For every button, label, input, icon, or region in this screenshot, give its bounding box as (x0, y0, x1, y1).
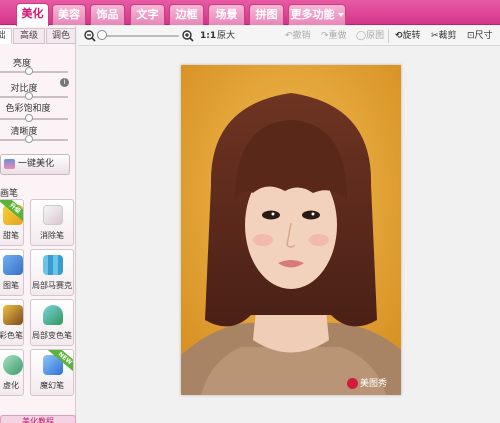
brightness-slider-handle[interactable] (25, 67, 33, 75)
panel-subtabs: 础 高级 调色 (0, 28, 76, 44)
tool-label: 彩色笔 (0, 331, 23, 340)
tab-beauty[interactable]: 美容 (52, 4, 86, 25)
saturation-label: 色彩饱和度 (5, 104, 51, 114)
circle-icon: ◯ (356, 31, 367, 41)
beautify-panel: 础 高级 调色 i 亮度 对比度 色彩饱和度 清晰度 一键美化 画笔 升级 甜笔… (0, 26, 76, 423)
tool-label: 虚化 (3, 381, 19, 390)
eraser-icon (43, 205, 63, 225)
tool-label: 局部变色笔 (32, 331, 72, 340)
tab-collage[interactable]: 拼图 (249, 4, 284, 25)
clarity-slider-handle[interactable] (25, 135, 33, 143)
meitu-logo-icon (347, 378, 358, 389)
scissors-icon: ✂ (431, 31, 439, 41)
tool-sweet-brush[interactable]: 升级 甜笔 (0, 199, 24, 246)
undo-icon: ↶ (285, 31, 293, 41)
portrait-image (181, 65, 401, 395)
tool-magic-brush[interactable]: NEW 魔幻笔 (30, 349, 74, 396)
tool-label: 消除笔 (40, 231, 64, 240)
image-toolbar: 1:1 原大 ↶撤销 ↷重做 ◯原图 ⟲旋转 ✂裁剪 ⊡尺寸 (78, 26, 500, 46)
subtab-color[interactable]: 调色 (46, 28, 76, 44)
chevron-down-icon (337, 13, 344, 17)
zoom-slider-handle[interactable] (97, 30, 107, 40)
clarity-slider[interactable] (0, 139, 68, 141)
tool-local-recolor[interactable]: 局部变色笔 (30, 299, 74, 346)
watermark: 美图秀 (347, 377, 387, 391)
color-brush-icon (3, 305, 23, 325)
saturation-slider[interactable] (0, 118, 68, 120)
beautify-tutorial-button[interactable]: 美化教程 (0, 415, 76, 423)
paint-bucket-icon (43, 305, 63, 325)
rotate-icon: ⟲ (395, 31, 403, 41)
crop-button[interactable]: ✂裁剪 (431, 28, 457, 44)
redo-button[interactable]: ↷重做 (321, 28, 347, 44)
one-click-beautify-button[interactable]: 一键美化 (0, 154, 70, 175)
subtab-basic[interactable]: 础 (0, 28, 12, 44)
zoom-out-icon[interactable] (84, 30, 96, 42)
rotate-button[interactable]: ⟲旋转 (395, 28, 421, 44)
tool-image-brush[interactable]: 图笔 (0, 249, 24, 296)
tab-text[interactable]: 文字 (130, 4, 165, 25)
redo-icon: ↷ (321, 31, 329, 41)
top-nav: 美化 美容 饰品 文字 边框 场景 拼图 更多功能 (0, 0, 500, 26)
image-brush-icon (3, 255, 23, 275)
tab-accessories[interactable]: 饰品 (90, 4, 125, 25)
resize-button[interactable]: ⊡尺寸 (467, 28, 493, 44)
tab-beautify[interactable]: 美化 (16, 3, 49, 26)
subtab-advanced[interactable]: 高级 (13, 28, 45, 44)
tool-local-mosaic[interactable]: 局部马赛克 (30, 249, 74, 296)
mosaic-icon (43, 255, 63, 275)
tool-color-brush[interactable]: 彩色笔 (0, 299, 24, 346)
brightness-slider[interactable] (0, 71, 68, 73)
resize-icon: ⊡ (467, 31, 475, 41)
toolbar-divider (388, 29, 389, 43)
magic-wand-icon (4, 159, 15, 169)
saturation-slider-handle[interactable] (25, 114, 33, 122)
original-image-button[interactable]: ◯原图 (356, 28, 384, 44)
brush-section-title: 画笔 (0, 189, 19, 199)
edited-photo: 美图秀 (181, 65, 401, 395)
tool-label: 甜笔 (3, 231, 19, 240)
zoom-ratio-button[interactable]: 1:1 (200, 28, 216, 44)
tool-blur[interactable]: 虚化 (0, 349, 24, 396)
tab-scenes[interactable]: 场景 (208, 4, 245, 25)
tool-eraser-brush[interactable]: 消除笔 (30, 199, 74, 246)
zoom-slider-track[interactable] (97, 35, 179, 37)
zoom-in-icon[interactable] (182, 30, 194, 42)
tool-label: 魔幻笔 (40, 381, 64, 390)
image-canvas[interactable]: 美图秀 (78, 47, 500, 423)
original-size-button[interactable]: 原大 (217, 28, 235, 44)
tab-more-features[interactable]: 更多功能 (288, 4, 346, 25)
contrast-slider[interactable] (0, 96, 68, 98)
tool-label: 图笔 (3, 281, 19, 290)
contrast-slider-handle[interactable] (25, 92, 33, 100)
blur-icon (3, 355, 23, 375)
tab-frames[interactable]: 边框 (169, 4, 204, 25)
undo-button[interactable]: ↶撤销 (285, 28, 311, 44)
tool-label: 局部马赛克 (32, 281, 72, 290)
